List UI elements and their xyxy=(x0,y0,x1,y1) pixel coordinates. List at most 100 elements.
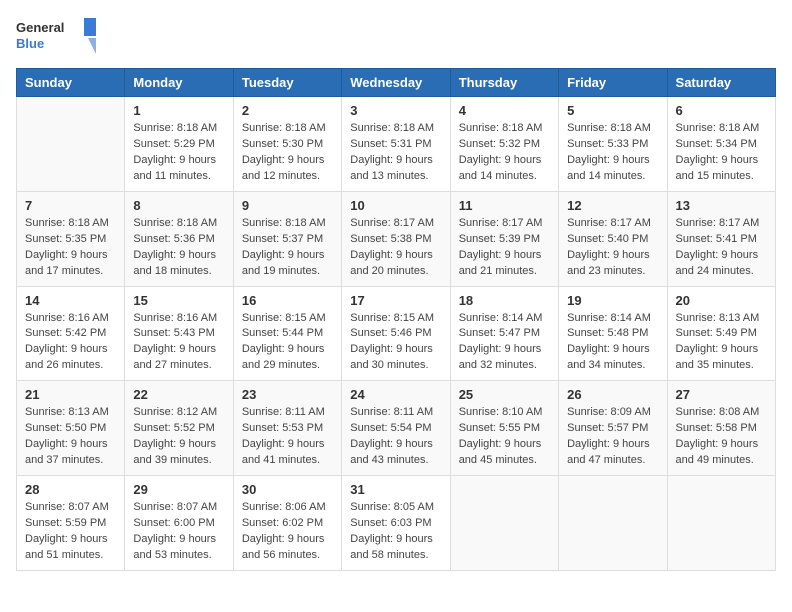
calendar-cell: 25 Sunrise: 8:10 AMSunset: 5:55 PMDayligh… xyxy=(450,381,558,476)
day-number: 5 xyxy=(567,103,658,118)
day-info: Sunrise: 8:13 AMSunset: 5:50 PMDaylight:… xyxy=(25,405,116,469)
days-of-week-header: SundayMondayTuesdayWednesdayThursdayFrid… xyxy=(17,69,776,97)
dow-sunday: Sunday xyxy=(17,69,125,97)
day-info: Sunrise: 8:11 AMSunset: 5:53 PMDaylight:… xyxy=(242,405,333,469)
day-info: Sunrise: 8:18 AMSunset: 5:29 PMDaylight:… xyxy=(133,121,224,185)
dow-wednesday: Wednesday xyxy=(342,69,450,97)
logo: General Blue xyxy=(16,16,96,56)
calendar-cell: 9 Sunrise: 8:18 AMSunset: 5:37 PMDaylight… xyxy=(233,191,341,286)
day-info: Sunrise: 8:05 AMSunset: 6:03 PMDaylight:… xyxy=(350,500,441,564)
day-number: 26 xyxy=(567,387,658,402)
header: General Blue xyxy=(16,16,776,56)
calendar-body: 1 Sunrise: 8:18 AMSunset: 5:29 PMDaylight… xyxy=(17,97,776,571)
calendar-cell: 31 Sunrise: 8:05 AMSunset: 6:03 PMDayligh… xyxy=(342,476,450,571)
calendar-cell xyxy=(559,476,667,571)
day-info: Sunrise: 8:18 AMSunset: 5:33 PMDaylight:… xyxy=(567,121,658,185)
calendar-cell: 28Sunrise: 8:07 AMSunset: 5:59 PMDayligh… xyxy=(17,476,125,571)
day-info: Sunrise: 8:08 AMSunset: 5:58 PMDaylight:… xyxy=(676,405,767,469)
calendar-cell: 27 Sunrise: 8:08 AMSunset: 5:58 PMDayligh… xyxy=(667,381,775,476)
day-number: 23 xyxy=(242,387,333,402)
day-number: 11 xyxy=(459,198,550,213)
day-number: 19 xyxy=(567,293,658,308)
day-info: Sunrise: 8:07 AMSunset: 5:59 PMDaylight:… xyxy=(25,500,116,564)
calendar-cell: 22Sunrise: 8:12 AMSunset: 5:52 PMDayligh… xyxy=(125,381,233,476)
day-info: Sunrise: 8:07 AMSunset: 6:00 PMDaylight:… xyxy=(133,500,224,564)
calendar-cell: 6 Sunrise: 8:18 AMSunset: 5:34 PMDaylight… xyxy=(667,97,775,192)
day-info: Sunrise: 8:18 AMSunset: 5:34 PMDaylight:… xyxy=(676,121,767,185)
calendar-table: SundayMondayTuesdayWednesdayThursdayFrid… xyxy=(16,68,776,571)
day-info: Sunrise: 8:09 AMSunset: 5:57 PMDaylight:… xyxy=(567,405,658,469)
day-info: Sunrise: 8:06 AMSunset: 6:02 PMDaylight:… xyxy=(242,500,333,564)
day-info: Sunrise: 8:17 AMSunset: 5:41 PMDaylight:… xyxy=(676,216,767,280)
week-row-0: 1 Sunrise: 8:18 AMSunset: 5:29 PMDaylight… xyxy=(17,97,776,192)
calendar-cell: 26 Sunrise: 8:09 AMSunset: 5:57 PMDayligh… xyxy=(559,381,667,476)
calendar-cell: 19 Sunrise: 8:14 AMSunset: 5:48 PMDayligh… xyxy=(559,286,667,381)
calendar-cell: 30 Sunrise: 8:06 AMSunset: 6:02 PMDayligh… xyxy=(233,476,341,571)
week-row-2: 14Sunrise: 8:16 AMSunset: 5:42 PMDayligh… xyxy=(17,286,776,381)
day-number: 29 xyxy=(133,482,224,497)
calendar-cell: 18 Sunrise: 8:14 AMSunset: 5:47 PMDayligh… xyxy=(450,286,558,381)
day-info: Sunrise: 8:11 AMSunset: 5:54 PMDaylight:… xyxy=(350,405,441,469)
day-info: Sunrise: 8:14 AMSunset: 5:48 PMDaylight:… xyxy=(567,311,658,375)
day-info: Sunrise: 8:18 AMSunset: 5:32 PMDaylight:… xyxy=(459,121,550,185)
dow-monday: Monday xyxy=(125,69,233,97)
calendar-cell: 4 Sunrise: 8:18 AMSunset: 5:32 PMDaylight… xyxy=(450,97,558,192)
week-row-4: 28Sunrise: 8:07 AMSunset: 5:59 PMDayligh… xyxy=(17,476,776,571)
calendar-cell: 12 Sunrise: 8:17 AMSunset: 5:40 PMDayligh… xyxy=(559,191,667,286)
day-number: 9 xyxy=(242,198,333,213)
day-info: Sunrise: 8:12 AMSunset: 5:52 PMDaylight:… xyxy=(133,405,224,469)
day-info: Sunrise: 8:17 AMSunset: 5:39 PMDaylight:… xyxy=(459,216,550,280)
day-info: Sunrise: 8:10 AMSunset: 5:55 PMDaylight:… xyxy=(459,405,550,469)
day-number: 18 xyxy=(459,293,550,308)
calendar-cell: 2 Sunrise: 8:18 AMSunset: 5:30 PMDaylight… xyxy=(233,97,341,192)
calendar-cell xyxy=(17,97,125,192)
day-info: Sunrise: 8:15 AMSunset: 5:44 PMDaylight:… xyxy=(242,311,333,375)
dow-tuesday: Tuesday xyxy=(233,69,341,97)
day-number: 6 xyxy=(676,103,767,118)
week-row-3: 21 Sunrise: 8:13 AMSunset: 5:50 PMDayligh… xyxy=(17,381,776,476)
svg-text:Blue: Blue xyxy=(16,36,44,51)
day-number: 2 xyxy=(242,103,333,118)
day-number: 16 xyxy=(242,293,333,308)
day-number: 1 xyxy=(133,103,224,118)
day-number: 20 xyxy=(676,293,767,308)
day-number: 17 xyxy=(350,293,441,308)
day-info: Sunrise: 8:18 AMSunset: 5:36 PMDaylight:… xyxy=(133,216,224,280)
calendar-cell: 15Sunrise: 8:16 AMSunset: 5:43 PMDayligh… xyxy=(125,286,233,381)
day-number: 25 xyxy=(459,387,550,402)
calendar-cell: 5 Sunrise: 8:18 AMSunset: 5:33 PMDaylight… xyxy=(559,97,667,192)
day-info: Sunrise: 8:17 AMSunset: 5:40 PMDaylight:… xyxy=(567,216,658,280)
day-info: Sunrise: 8:13 AMSunset: 5:49 PMDaylight:… xyxy=(676,311,767,375)
day-number: 15 xyxy=(133,293,224,308)
day-info: Sunrise: 8:18 AMSunset: 5:31 PMDaylight:… xyxy=(350,121,441,185)
day-info: Sunrise: 8:15 AMSunset: 5:46 PMDaylight:… xyxy=(350,311,441,375)
day-number: 21 xyxy=(25,387,116,402)
calendar-cell: 21 Sunrise: 8:13 AMSunset: 5:50 PMDayligh… xyxy=(17,381,125,476)
calendar-cell: 13Sunrise: 8:17 AMSunset: 5:41 PMDayligh… xyxy=(667,191,775,286)
day-number: 7 xyxy=(25,198,116,213)
calendar-cell: 10Sunrise: 8:17 AMSunset: 5:38 PMDayligh… xyxy=(342,191,450,286)
day-number: 31 xyxy=(350,482,441,497)
day-number: 12 xyxy=(567,198,658,213)
calendar-cell: 7 Sunrise: 8:18 AMSunset: 5:35 PMDaylight… xyxy=(17,191,125,286)
day-info: Sunrise: 8:18 AMSunset: 5:37 PMDaylight:… xyxy=(242,216,333,280)
calendar-cell: 3Sunrise: 8:18 AMSunset: 5:31 PMDaylight… xyxy=(342,97,450,192)
calendar-cell: 23 Sunrise: 8:11 AMSunset: 5:53 PMDayligh… xyxy=(233,381,341,476)
calendar-cell xyxy=(450,476,558,571)
logo-svg: General Blue xyxy=(16,16,96,56)
day-info: Sunrise: 8:18 AMSunset: 5:30 PMDaylight:… xyxy=(242,121,333,185)
day-number: 30 xyxy=(242,482,333,497)
day-info: Sunrise: 8:18 AMSunset: 5:35 PMDaylight:… xyxy=(25,216,116,280)
calendar-cell: 29 Sunrise: 8:07 AMSunset: 6:00 PMDayligh… xyxy=(125,476,233,571)
calendar-cell: 1 Sunrise: 8:18 AMSunset: 5:29 PMDaylight… xyxy=(125,97,233,192)
day-info: Sunrise: 8:14 AMSunset: 5:47 PMDaylight:… xyxy=(459,311,550,375)
day-number: 27 xyxy=(676,387,767,402)
day-number: 8 xyxy=(133,198,224,213)
calendar-cell: 14Sunrise: 8:16 AMSunset: 5:42 PMDayligh… xyxy=(17,286,125,381)
calendar-cell: 24 Sunrise: 8:11 AMSunset: 5:54 PMDayligh… xyxy=(342,381,450,476)
day-number: 24 xyxy=(350,387,441,402)
day-number: 4 xyxy=(459,103,550,118)
dow-thursday: Thursday xyxy=(450,69,558,97)
calendar-cell: 20 Sunrise: 8:13 AMSunset: 5:49 PMDayligh… xyxy=(667,286,775,381)
week-row-1: 7 Sunrise: 8:18 AMSunset: 5:35 PMDaylight… xyxy=(17,191,776,286)
